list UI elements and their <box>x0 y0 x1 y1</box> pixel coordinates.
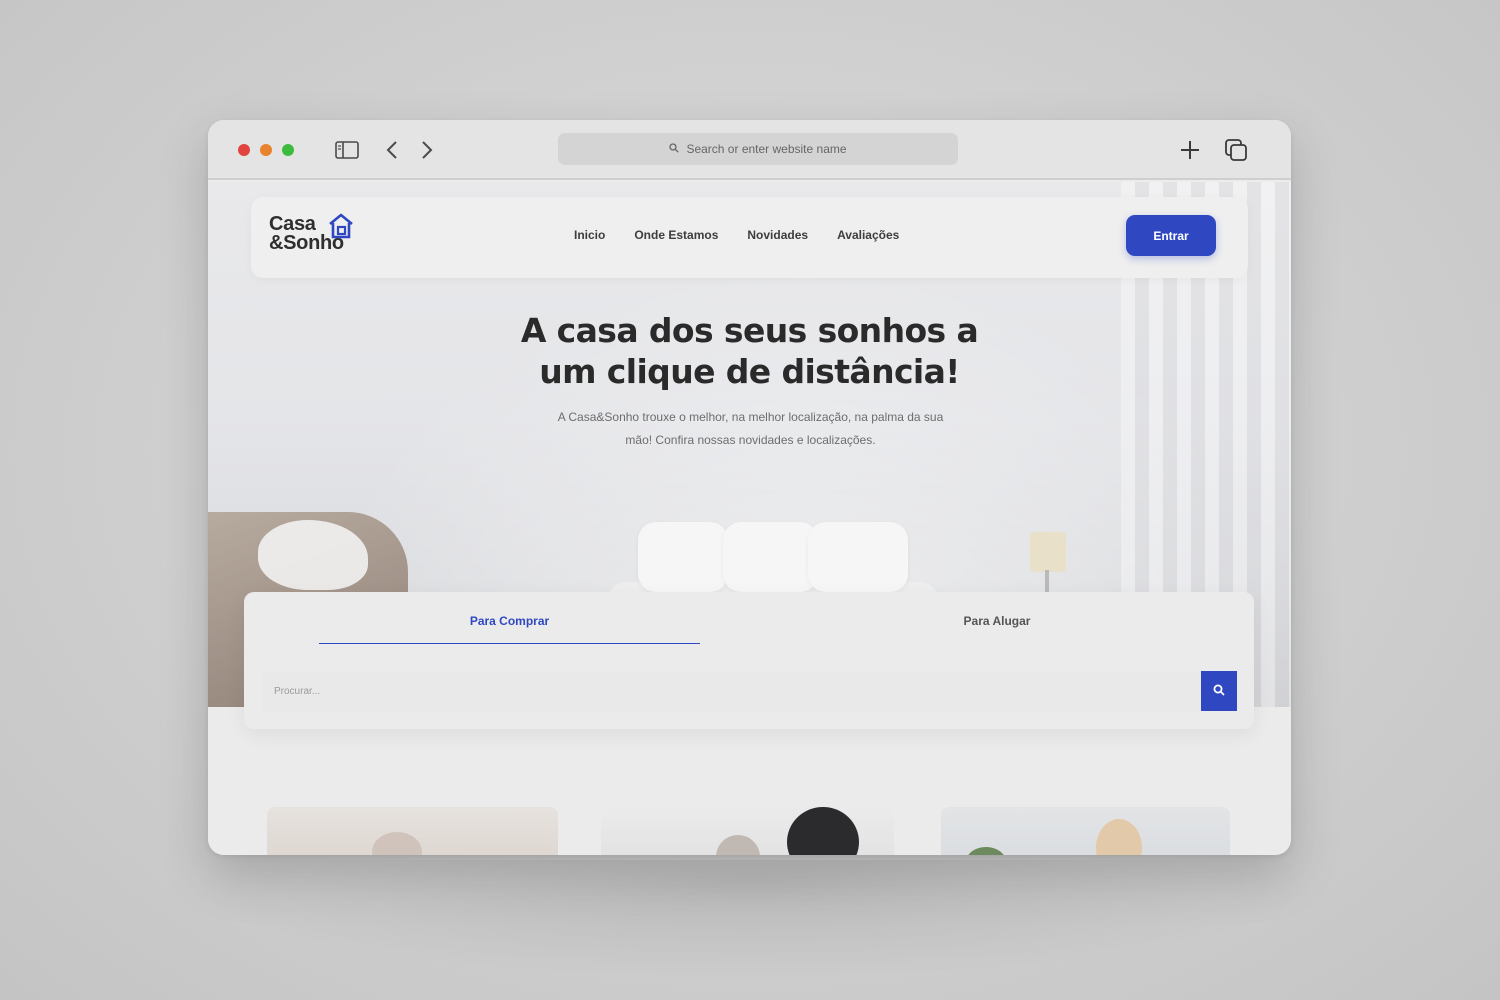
card-photo-person <box>787 807 859 855</box>
house-icon <box>327 213 355 243</box>
hero-subtext: A Casa&Sonho trouxe o melhor, na melhor … <box>528 406 973 452</box>
main-nav: Inicio Onde Estamos Novidades Avaliações <box>574 228 899 242</box>
featured-card-image[interactable] <box>267 807 558 855</box>
property-search-input[interactable] <box>262 671 1201 711</box>
hero-background-pillow <box>723 522 818 592</box>
site-logo[interactable]: Casa &Sonho <box>269 213 353 253</box>
site-navbar: Casa &Sonho Inicio Onde Estamos Novidade… <box>251 197 1248 278</box>
tab-para-comprar[interactable]: Para Comprar <box>319 614 700 644</box>
hero-headline-line1: A casa dos seus sonhos a <box>520 311 979 350</box>
hero-subtext-line1: A Casa&Sonho trouxe o melhor, na melhor … <box>557 410 944 424</box>
hero-subtext-line2: mão! Confira nossas novidades e localiza… <box>625 433 876 447</box>
browser-window: Search or enter website name Casa &Sonho <box>208 120 1291 855</box>
floor-shadow <box>180 860 1320 980</box>
nav-link-inicio[interactable]: Inicio <box>574 228 605 242</box>
nav-link-onde-estamos[interactable]: Onde Estamos <box>634 228 718 242</box>
hero-background-pillow <box>638 522 728 592</box>
close-window-button[interactable] <box>238 144 250 156</box>
hero-headline-line2: um clique de distância! <box>539 352 960 391</box>
card-photo-person <box>372 832 422 855</box>
hero-background-lamp <box>1030 532 1066 572</box>
hero-headline: A casa dos seus sonhos a um clique de di… <box>208 310 1291 392</box>
featured-card-image[interactable] <box>941 807 1230 855</box>
new-tab-icon[interactable] <box>1177 138 1203 162</box>
nav-link-novidades[interactable]: Novidades <box>747 228 808 242</box>
address-bar[interactable]: Search or enter website name <box>558 133 958 165</box>
nav-link-avaliacoes[interactable]: Avaliações <box>837 228 899 242</box>
minimize-window-button[interactable] <box>260 144 272 156</box>
login-button[interactable]: Entrar <box>1126 215 1216 256</box>
search-submit-button[interactable] <box>1201 671 1237 711</box>
forward-icon[interactable] <box>414 138 440 162</box>
browser-toolbar: Search or enter website name <box>208 120 1291 180</box>
search-icon <box>1213 684 1225 699</box>
card-photo-person <box>716 835 760 855</box>
search-icon <box>669 142 680 156</box>
sidebar-icon[interactable] <box>334 138 360 162</box>
back-icon[interactable] <box>379 138 405 162</box>
featured-card-image[interactable] <box>601 807 894 855</box>
address-placeholder: Search or enter website name <box>686 142 847 156</box>
tab-para-alugar[interactable]: Para Alugar <box>807 614 1187 644</box>
webpage: Casa &Sonho Inicio Onde Estamos Novidade… <box>208 182 1291 855</box>
card-photo-plant <box>966 847 1006 855</box>
hero-background-pillow <box>808 522 908 592</box>
card-photo-person <box>1096 819 1142 855</box>
tabs-overview-icon[interactable] <box>1223 138 1249 162</box>
property-search-card: Para Comprar Para Alugar <box>244 592 1254 729</box>
maximize-window-button[interactable] <box>282 144 294 156</box>
